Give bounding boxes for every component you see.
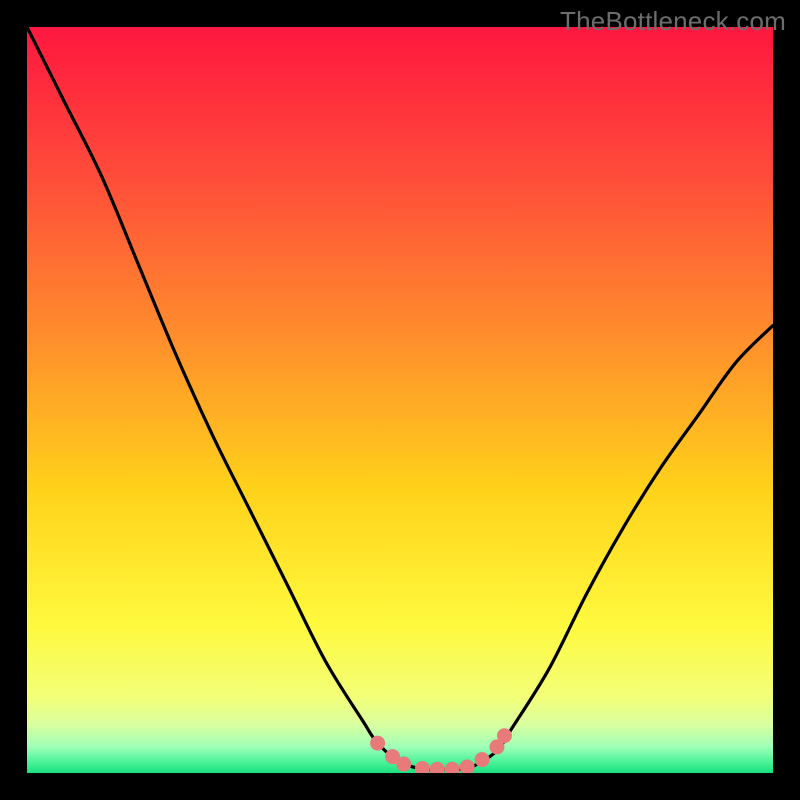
optimal-marker: [370, 736, 385, 751]
optimal-marker: [396, 757, 411, 772]
optimal-marker: [445, 762, 460, 773]
optimal-marker: [475, 752, 490, 767]
watermark: TheBottleneck.com: [560, 6, 786, 37]
optimal-marker: [460, 760, 475, 773]
bottleneck-curve: [27, 27, 773, 773]
chart-area: [27, 27, 773, 773]
optimal-marker: [497, 728, 512, 743]
optimal-marker: [415, 761, 430, 773]
optimal-marker: [430, 762, 445, 773]
